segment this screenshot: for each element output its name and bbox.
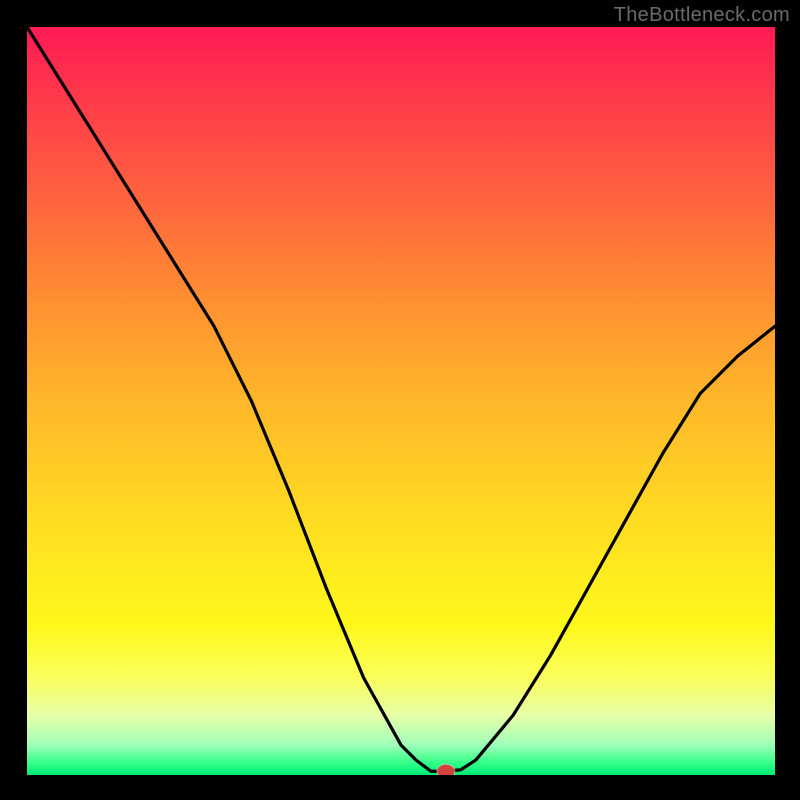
curve-line [27, 27, 775, 771]
chart-stage: TheBottleneck.com [0, 0, 800, 800]
plot-area [27, 27, 775, 775]
optimal-point-marker [437, 764, 455, 775]
bottleneck-curve [27, 27, 775, 775]
watermark-text: TheBottleneck.com [614, 4, 790, 27]
